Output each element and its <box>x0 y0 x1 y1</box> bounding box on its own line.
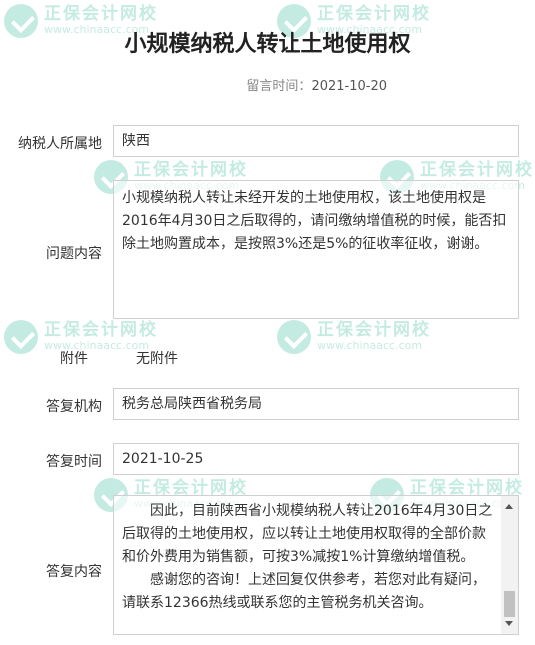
scroll-up-arrow-icon[interactable] <box>505 504 513 509</box>
agency-label: 答复机构 <box>46 399 102 415</box>
message-time: 留言时间：2021-10-20 <box>246 75 387 94</box>
attachment-label: 附件 <box>60 351 88 367</box>
watermark: 正保会计网校www.chinaacc.com <box>277 320 431 354</box>
agency-field[interactable]: 税务总局陕西省税务局 <box>113 388 519 420</box>
attachment-value: 无附件 <box>136 351 178 367</box>
question-field[interactable]: 小规模纳税人转让未经开发的土地使用权，该土地使用权是2016年4月30日之后取得… <box>113 180 519 319</box>
location-field[interactable]: 陕西 <box>113 125 519 157</box>
scrollbar-thumb[interactable] <box>504 591 515 617</box>
answer-paragraph: 感谢您的咨询！上述回复仅供参考，若您对此有疑问，请联系12366热线或联系您的主… <box>122 572 486 611</box>
message-time-label: 留言时间： <box>246 79 312 94</box>
message-time-value: 2021-10-20 <box>311 79 387 94</box>
answer-field[interactable]: 因此，目前陕西省小规模纳税人转让2016年4月30日之后取得的土地使用权，应以转… <box>113 495 519 635</box>
watermark-logo-icon <box>277 320 311 354</box>
answer-label: 答复内容 <box>46 564 102 580</box>
page-title: 小规模纳税人转让土地使用权 <box>124 32 411 57</box>
scroll-down-arrow-icon[interactable] <box>505 621 513 626</box>
location-label: 纳税人所属地 <box>18 136 102 152</box>
reply-time-field[interactable]: 2021-10-25 <box>113 443 519 475</box>
answer-scrollbar[interactable] <box>501 496 518 634</box>
answer-paragraph: 因此，目前陕西省小规模纳税人转让2016年4月30日之后取得的土地使用权，应以转… <box>122 503 493 565</box>
reply-time-label: 答复时间 <box>46 454 102 470</box>
question-label: 问题内容 <box>46 246 102 262</box>
